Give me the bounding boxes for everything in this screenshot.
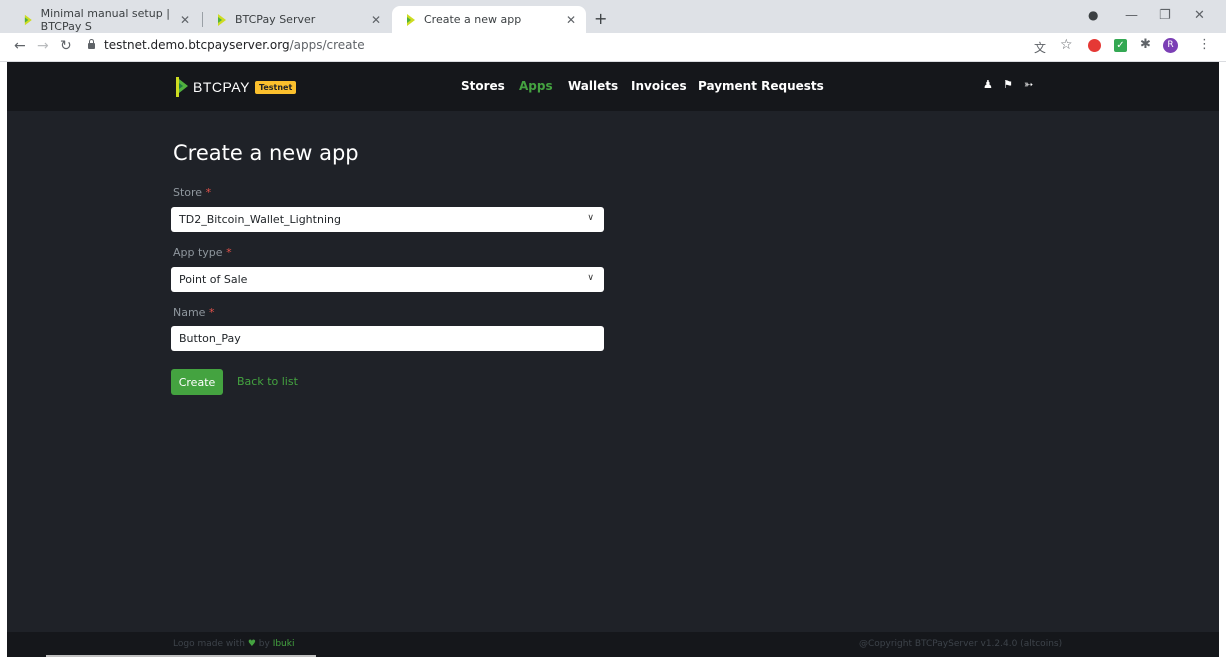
- store-label: Store *: [173, 186, 211, 199]
- required-asterisk: *: [205, 186, 212, 199]
- app-type-select-value: Point of Sale: [179, 273, 248, 286]
- name-label: Name *: [173, 306, 214, 319]
- new-tab-button[interactable]: +: [594, 9, 607, 28]
- adblock-icon[interactable]: [1088, 39, 1101, 52]
- close-tab-icon[interactable]: ✕: [371, 13, 381, 27]
- forward-arrow-icon[interactable]: →: [37, 38, 49, 54]
- btcpay-favicon-icon: [24, 14, 32, 25]
- btcpay-favicon-icon: [218, 13, 226, 26]
- extensions-puzzle-icon[interactable]: ✱: [1140, 37, 1151, 52]
- profile-avatar[interactable]: R: [1163, 38, 1178, 53]
- tab-title: Create a new app: [424, 13, 522, 26]
- btcpay-logo[interactable]: BTCPAY Testnet: [175, 77, 297, 97]
- close-tab-icon[interactable]: ✕: [180, 13, 190, 27]
- nav-stores[interactable]: Stores: [461, 79, 505, 93]
- lock-icon: [88, 39, 95, 49]
- app-type-select[interactable]: Point of Sale ∨: [171, 267, 604, 292]
- minimize-icon[interactable]: —: [1125, 8, 1138, 23]
- translate-icon[interactable]: 文: [1034, 39, 1046, 56]
- btcpay-favicon-icon: [407, 13, 415, 26]
- chrome-menu-icon[interactable]: ⋮: [1198, 37, 1211, 52]
- footer-credit-prefix: Logo made with: [173, 639, 245, 649]
- bell-icon[interactable]: ⚑: [1003, 78, 1013, 91]
- browser-toolbar: ← → ↻ testnet.demo.btcpayserver.org/apps…: [0, 33, 1226, 62]
- checkmark-extension-icon[interactable]: ✓: [1114, 39, 1127, 52]
- close-tab-icon[interactable]: ✕: [566, 13, 576, 27]
- heart-icon: ♥: [247, 639, 256, 649]
- footer-copyright: @Copyright BTCPayServer v1.2.4.0 (altcoi…: [859, 639, 1063, 649]
- browser-tab-strip: Minimal manual setup | BTCPay S ✕ BTCPay…: [0, 0, 1226, 33]
- url-host: testnet.demo.btcpayserver.org: [104, 38, 290, 52]
- tab-title: BTCPay Server: [235, 13, 316, 26]
- footer-credit-by: by: [258, 639, 270, 649]
- name-label-text: Name: [173, 306, 206, 319]
- user-icon[interactable]: ♟: [983, 78, 993, 91]
- brand-name: BTCPAY: [193, 79, 250, 95]
- nav-apps[interactable]: Apps: [519, 79, 553, 93]
- footer-credit: Logo made with ♥ by Ibuki: [173, 639, 294, 649]
- close-window-icon[interactable]: ✕: [1194, 8, 1205, 23]
- store-label-text: Store: [173, 186, 203, 199]
- tab-create-new-app[interactable]: Create a new app ✕: [392, 6, 586, 33]
- nav-wallets[interactable]: Wallets: [568, 79, 618, 93]
- reload-icon[interactable]: ↻: [60, 38, 72, 54]
- tab-btcpay-server[interactable]: BTCPay Server ✕: [203, 6, 391, 33]
- btcpay-app: BTCPAY Testnet Stores Apps Wallets Invoi…: [7, 62, 1219, 657]
- store-select-value: TD2_Bitcoin_Wallet_Lightning: [179, 213, 341, 226]
- tab-title: Minimal manual setup | BTCPay S: [40, 6, 170, 33]
- footer-author-link[interactable]: Ibuki: [273, 639, 295, 649]
- footer: Logo made with ♥ by Ibuki @Copyright BTC…: [7, 632, 1219, 657]
- required-asterisk: *: [208, 306, 215, 319]
- create-button[interactable]: Create: [171, 369, 223, 395]
- testnet-badge: Testnet: [254, 80, 297, 94]
- store-select[interactable]: TD2_Bitcoin_Wallet_Lightning ∨: [171, 207, 604, 232]
- address-bar[interactable]: testnet.demo.btcpayserver.org/apps/creat…: [104, 38, 365, 52]
- url-path: /apps/create: [289, 38, 365, 52]
- top-navbar: BTCPAY Testnet Stores Apps Wallets Invoi…: [7, 62, 1219, 111]
- chevron-down-icon: ∨: [587, 273, 594, 283]
- back-arrow-icon[interactable]: ←: [14, 38, 26, 54]
- chrome-profile-icon[interactable]: ●: [1088, 8, 1098, 22]
- required-asterisk: *: [226, 246, 232, 259]
- app-type-label-text: App type: [173, 246, 223, 259]
- btcpay-logo-icon: [176, 77, 188, 97]
- app-type-label: App type *: [173, 246, 232, 259]
- tab-minimal-manual-setup[interactable]: Minimal manual setup | BTCPay S ✕: [10, 6, 200, 33]
- chevron-down-icon: ∨: [587, 213, 594, 223]
- bookmark-star-icon[interactable]: ☆: [1060, 37, 1073, 53]
- restore-icon[interactable]: ❐: [1159, 8, 1171, 23]
- page-title: Create a new app: [173, 141, 359, 165]
- nav-invoices[interactable]: Invoices: [631, 79, 687, 93]
- logout-icon[interactable]: ➳: [1024, 78, 1033, 91]
- back-to-list-link[interactable]: Back to list: [237, 375, 298, 388]
- name-input-value: Button_Pay: [179, 332, 241, 345]
- name-input[interactable]: Button_Pay: [171, 326, 604, 351]
- nav-payment-requests[interactable]: Payment Requests: [698, 79, 824, 93]
